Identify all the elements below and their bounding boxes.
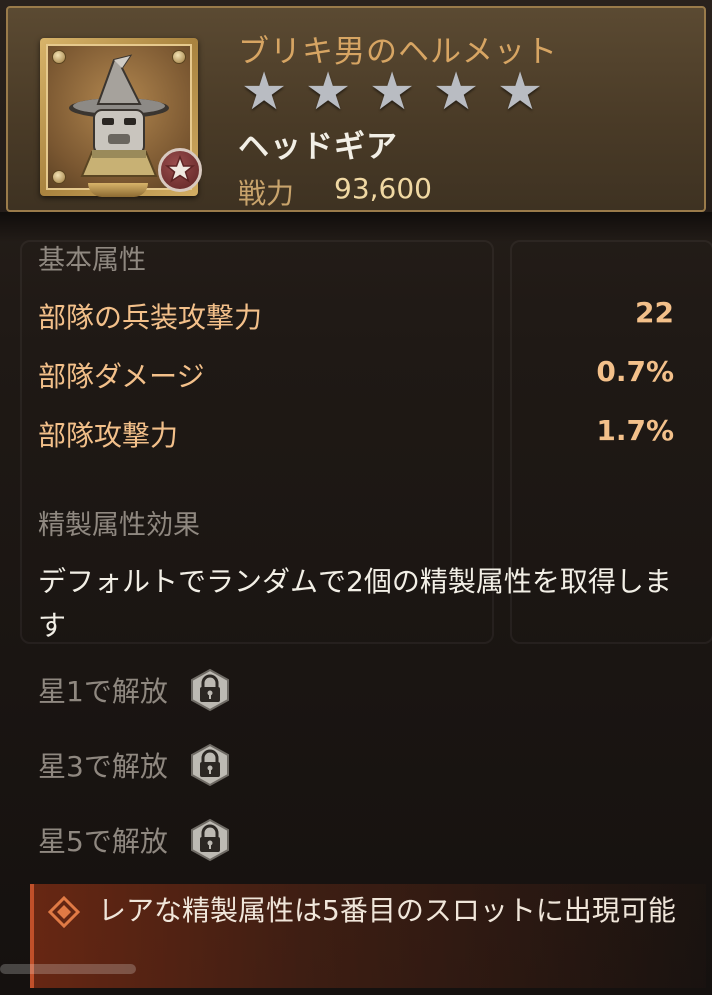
screw-icon [52,50,66,64]
unlock-condition: 星3で解放 [38,750,168,783]
refine-slot-locked: 星3で解放 [38,743,232,787]
refine-description: デフォルトでランダムで2個の精製属性を取得します [38,565,672,642]
padlock-icon [190,743,229,787]
stat-row: 部隊攻撃力 1.7% [38,414,674,454]
star-icon: ★ [240,62,288,122]
padlock-icon [190,818,229,862]
scrollbar[interactable] [0,964,136,974]
power-label: 戦力 [238,177,295,210]
screw-icon [52,170,66,184]
stat-name: 部隊攻撃力 [38,419,179,452]
refine-slot-locked: 星1で解放 [38,668,232,712]
stat-value: 22 [635,296,674,329]
star-icon: ★ [432,62,480,122]
stat-name: 部隊の兵装攻撃力 [38,301,263,334]
star-icon: ★ [496,62,544,122]
unlock-condition: 星5で解放 [38,825,168,858]
stat-value: 0.7% [596,355,674,388]
refine-attributes-heading: 精製属性効果 [38,510,200,541]
notice-text: レアな精製属性は5番目のスロットに出現可能 [98,894,676,927]
item-tooltip-panel: ブリキ男のヘルメット ★ ★ ★ ★ ★ ヘッドギア 戦力 93,600 基本属… [0,0,712,995]
stat-row: 部隊ダメージ 0.7% [38,355,674,395]
item-frame-ornament [88,183,148,197]
screw-icon [172,50,186,64]
star-rating: ★ ★ ★ ★ ★ [234,66,550,118]
stat-name: 部隊ダメージ [38,360,205,393]
base-attributes-heading: 基本属性 [38,245,146,276]
stat-value: 1.7% [596,414,674,447]
star-icon: ★ [368,62,416,122]
refine-slot-locked: 星5で解放 [38,818,232,862]
item-slot-type: ヘッドギア [238,129,398,165]
power-value: 93,600 [334,172,432,205]
diamond-bullet-icon [48,896,80,928]
unlock-condition: 星1で解放 [38,675,168,708]
padlock-icon [190,668,229,712]
stat-row: 部隊の兵装攻撃力 22 [38,296,674,336]
star-icon: ★ [304,62,352,122]
star-badge-icon [158,148,202,192]
item-header: ブリキ男のヘルメット ★ ★ ★ ★ ★ ヘッドギア 戦力 93,600 [6,6,706,212]
